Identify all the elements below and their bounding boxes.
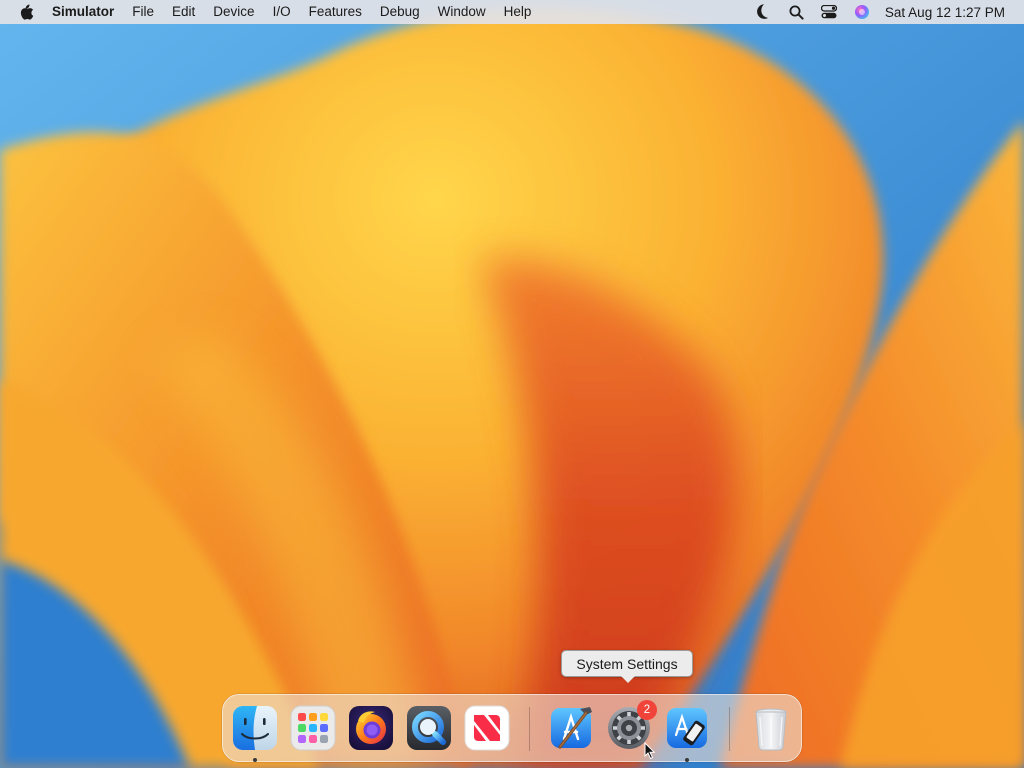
trash-icon	[755, 708, 787, 751]
news-icon	[464, 705, 510, 751]
menu-window[interactable]: Window	[429, 0, 495, 24]
finder-running-indicator	[253, 758, 257, 762]
quicktime-icon	[407, 706, 451, 750]
focus-button[interactable]	[747, 0, 780, 24]
control-center-button[interactable]	[813, 0, 846, 24]
menu-bar: Simulator File Edit Device I/O Features …	[0, 0, 1024, 24]
desktop[interactable]: Simulator File Edit Device I/O Features …	[0, 0, 1024, 768]
menu-features[interactable]: Features	[300, 0, 371, 24]
menu-app-simulator[interactable]: Simulator	[52, 0, 123, 24]
mouse-cursor-icon	[644, 742, 656, 760]
launchpad-icon	[290, 705, 336, 751]
menu-debug[interactable]: Debug	[371, 0, 429, 24]
dock-item-xcode[interactable]	[546, 703, 596, 753]
simulator-running-indicator	[685, 758, 689, 762]
dock-item-finder[interactable]	[230, 703, 280, 753]
siri-icon	[855, 5, 870, 19]
dock-item-quicktime[interactable]	[404, 703, 454, 753]
simulator-icon	[667, 708, 707, 748]
xcode-icon	[551, 707, 592, 749]
dock-item-firefox[interactable]	[346, 703, 396, 753]
dock-item-simulator[interactable]	[662, 703, 712, 753]
finder-icon	[233, 706, 277, 750]
dock-divider-right	[729, 707, 730, 751]
dock	[222, 694, 802, 762]
apple-menu-button[interactable]	[0, 0, 52, 24]
menu-help[interactable]: Help	[495, 0, 541, 24]
siri-button[interactable]	[846, 0, 879, 24]
dock-divider-left	[529, 707, 530, 751]
menu-edit[interactable]: Edit	[163, 0, 204, 24]
dock-tooltip: System Settings	[561, 650, 693, 683]
control-center-icon	[821, 5, 838, 19]
system-settings-notification-badge: 2	[637, 700, 657, 720]
dock-item-trash[interactable]	[746, 703, 796, 753]
focus-moon-icon	[757, 4, 769, 19]
menu-bar-status-area: Sat Aug 12 1:27 PM	[747, 0, 1024, 24]
menu-file[interactable]: File	[123, 0, 163, 24]
apple-logo-icon	[20, 4, 33, 20]
menu-io[interactable]: I/O	[264, 0, 300, 24]
menu-device[interactable]: Device	[204, 0, 263, 24]
firefox-icon	[349, 706, 393, 750]
spotlight-button[interactable]	[780, 0, 813, 24]
spotlight-search-icon	[789, 5, 804, 20]
wallpaper	[0, 0, 1024, 768]
menu-bar-clock[interactable]: Sat Aug 12 1:27 PM	[885, 5, 1005, 20]
dock-item-news[interactable]	[462, 703, 512, 753]
dock-item-launchpad[interactable]	[288, 703, 338, 753]
